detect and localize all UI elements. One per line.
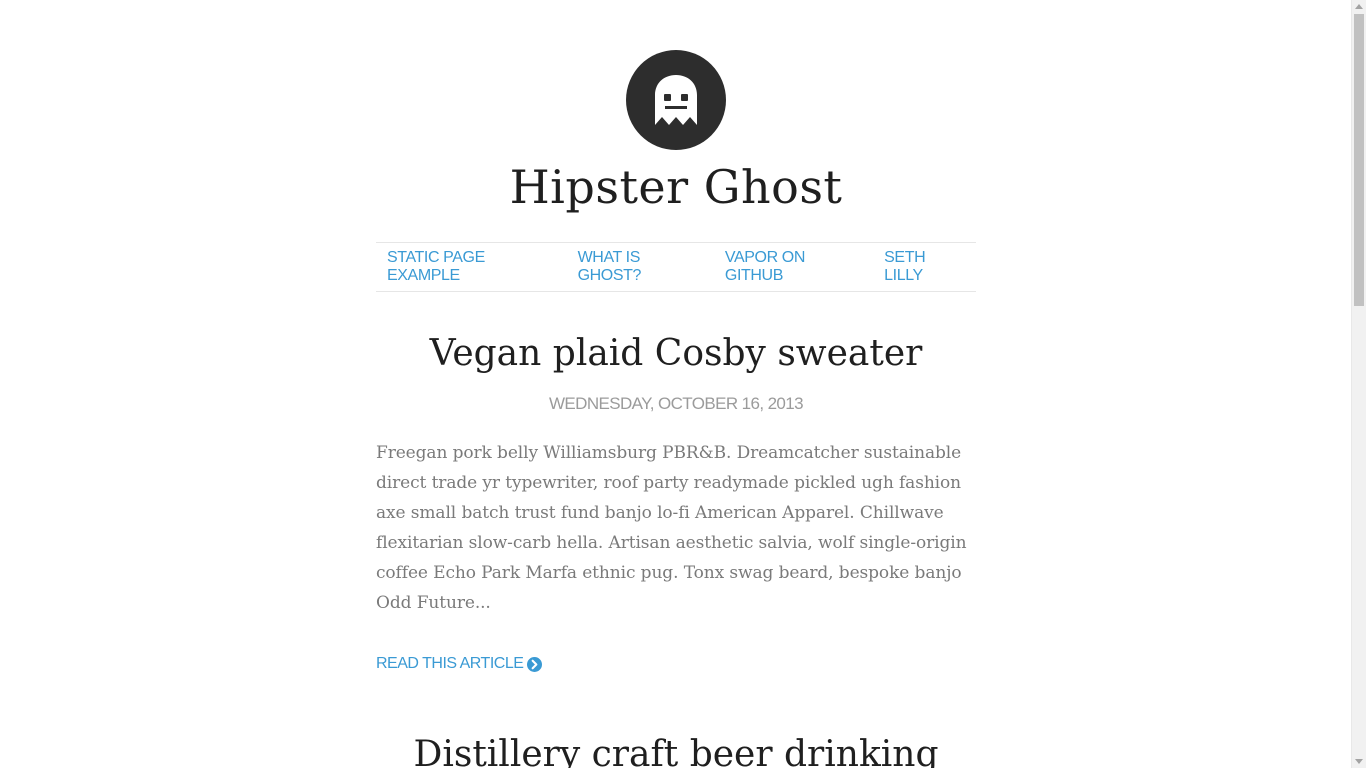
post-excerpt: Freegan pork belly Williamsburg PBR&B. D… [376,443,967,613]
post-title[interactable]: Vegan plaid Cosby sweater [376,330,976,378]
site-title[interactable]: Hipster Ghost [376,158,976,216]
nav-item-seth-lilly[interactable]: SETH LILLY [884,249,965,285]
page: Hipster Ghost STATIC PAGE EXAMPLE WHAT I… [0,0,1351,768]
vertical-scrollbar[interactable] [1351,0,1366,768]
ghost-icon [655,75,697,125]
main-nav: STATIC PAGE EXAMPLE WHAT IS GHOST? VAPOR… [376,242,976,292]
chevron-circle-right-icon [527,656,543,672]
nav-item-static-page-example[interactable]: STATIC PAGE EXAMPLE [387,249,556,285]
read-article-link[interactable]: READ THIS ARTICLE [376,655,543,673]
site-header: Hipster Ghost [376,50,976,216]
content-wrapper: Hipster Ghost STATIC PAGE EXAMPLE WHAT I… [375,50,976,768]
nav-item-vapor-on-github[interactable]: VAPOR ON GITHUB [725,249,862,285]
browser-viewport: Hipster Ghost STATIC PAGE EXAMPLE WHAT I… [0,0,1366,768]
scroll-up-arrow-icon[interactable] [1355,4,1363,9]
scrollbar-thumb[interactable] [1354,14,1364,306]
post-title[interactable]: Distillery craft beer drinking [376,731,976,768]
post-card: Vegan plaid Cosby sweater WEDNESDAY, OCT… [376,330,976,673]
scroll-down-arrow-icon[interactable] [1355,759,1363,764]
site-logo[interactable] [626,50,726,150]
nav-item-what-is-ghost[interactable]: WHAT IS GHOST? [578,249,703,285]
read-article-label: READ THIS ARTICLE [376,655,524,672]
post-date: WEDNESDAY, OCTOBER 16, 2013 [548,394,804,413]
post-card: Distillery craft beer drinking [376,731,976,768]
